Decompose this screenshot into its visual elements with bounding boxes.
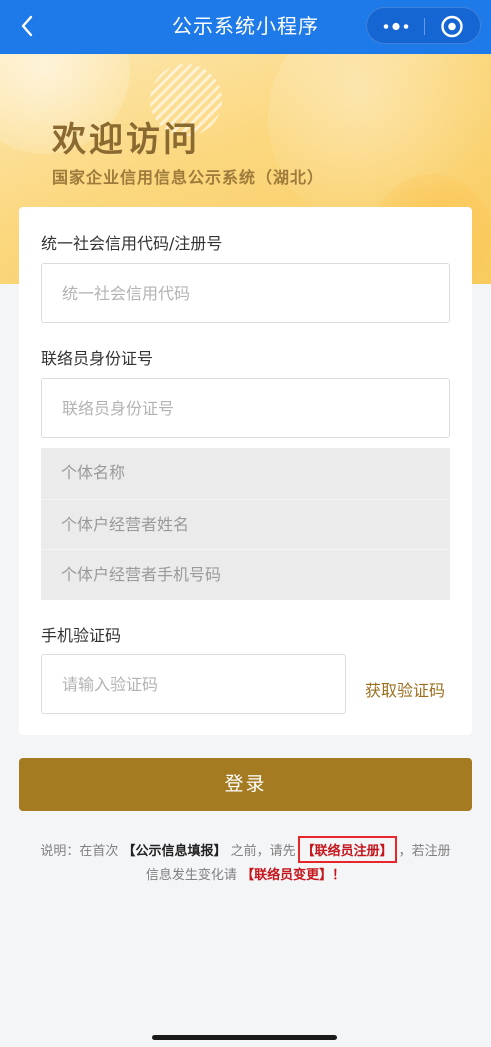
credit-code-input[interactable] bbox=[41, 263, 450, 323]
banner-title: 欢迎访问 bbox=[52, 120, 200, 160]
home-indicator bbox=[152, 1035, 337, 1040]
note-text: 信息发生变化请 bbox=[145, 868, 237, 883]
operator-name-field: 个体户经营者姓名 bbox=[41, 499, 450, 549]
sms-code-label: 手机验证码 bbox=[41, 626, 122, 645]
target-circle-icon[interactable] bbox=[425, 8, 482, 45]
more-dots-icon[interactable] bbox=[367, 8, 424, 45]
contact-id-label: 联络员身份证号 bbox=[41, 349, 154, 368]
credit-code-label: 统一社会信用代码/注册号 bbox=[41, 234, 223, 253]
instruction-note-line-2: 信息发生变化请 【联络员变更】！ bbox=[0, 864, 491, 883]
note-exclamation: ！ bbox=[332, 868, 346, 883]
contact-register-link[interactable]: 【联络员注册】 bbox=[297, 836, 397, 863]
operator-phone-field: 个体户经营者手机号码 bbox=[41, 549, 450, 599]
business-name-field: 个体名称 bbox=[61, 463, 126, 482]
navigation-bar: 公示系统小程序 bbox=[0, 0, 491, 54]
note-text: ，若注册 bbox=[398, 844, 451, 859]
readonly-info-block: 个体名称 个体户经营者姓名 个体户经营者手机号码 bbox=[41, 448, 450, 600]
sms-code-input[interactable] bbox=[41, 654, 346, 714]
note-text: 说明：在首次 bbox=[40, 844, 119, 859]
login-button[interactable]: 登录 bbox=[19, 758, 472, 811]
contact-change-link[interactable]: 【联络员变更】 bbox=[241, 868, 332, 883]
contact-id-input[interactable] bbox=[41, 378, 450, 438]
mini-program-capsule bbox=[366, 7, 481, 44]
banner-subtitle: 国家企业信用信息公示系统（湖北） bbox=[52, 168, 325, 187]
note-text: 之前，请先 bbox=[230, 844, 296, 859]
publicity-fill-link[interactable]: 【公示信息填报】 bbox=[122, 844, 226, 859]
get-code-button[interactable]: 获取验证码 bbox=[365, 677, 445, 701]
login-form-card: 统一社会信用代码/注册号 联络员身份证号 个体名称 个体户经营者姓名 个体户经营… bbox=[19, 207, 472, 735]
instruction-note-line-1: 说明：在首次 【公示信息填报】 之前，请先 【联络员注册】 ，若注册 bbox=[0, 836, 491, 863]
